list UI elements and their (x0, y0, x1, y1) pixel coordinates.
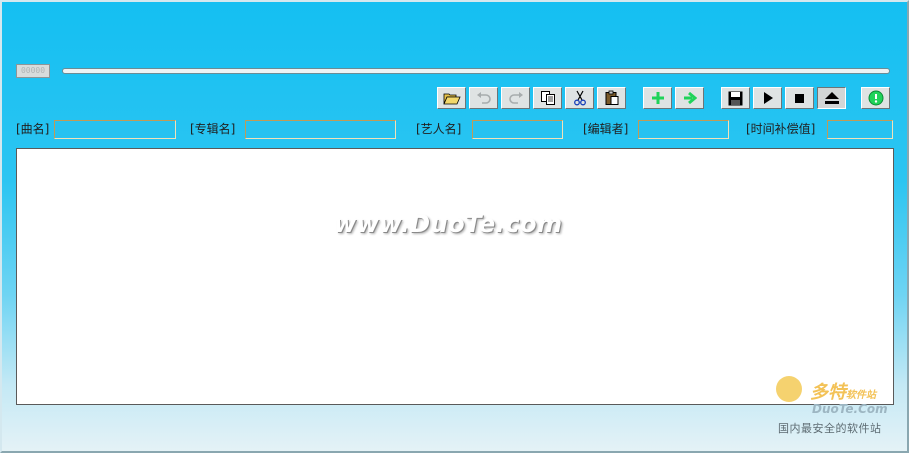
watermark-slogan: 国内最安全的软件站 (778, 422, 882, 435)
eject-icon (824, 92, 839, 104)
play-icon (763, 92, 773, 104)
album-field[interactable] (245, 120, 396, 139)
cut-button[interactable] (565, 87, 594, 109)
plus-icon (651, 92, 664, 104)
undo-button[interactable] (469, 87, 498, 109)
offset-field[interactable] (827, 120, 893, 139)
stop-icon (795, 93, 804, 103)
help-circle-icon (868, 90, 883, 106)
eject-button[interactable] (817, 87, 846, 109)
undo-icon (476, 92, 491, 104)
editor-label: [编辑者] (583, 122, 629, 136)
folder-open-icon (442, 93, 461, 105)
play-button[interactable] (753, 87, 782, 109)
redo-icon (508, 92, 523, 104)
paste-icon (605, 90, 618, 105)
time-display: 00000 (16, 64, 50, 78)
save-button[interactable] (721, 87, 750, 109)
title-field[interactable] (54, 120, 176, 139)
artist-label: [艺人名] (416, 122, 462, 136)
help-button[interactable] (861, 87, 890, 109)
editor-field[interactable] (638, 120, 729, 139)
seek-bar[interactable] (62, 68, 890, 74)
paste-button[interactable] (597, 87, 626, 109)
arrow-right-icon (683, 91, 697, 105)
stop-button[interactable] (785, 87, 814, 109)
next-tag-button[interactable] (675, 87, 704, 109)
add-tag-button[interactable] (643, 87, 672, 109)
album-label: [专辑名] (190, 122, 236, 136)
floppy-disk-icon (728, 91, 743, 105)
copy-button[interactable] (533, 87, 562, 109)
open-button[interactable] (437, 87, 466, 109)
title-label: [曲名] (16, 122, 50, 136)
artist-field[interactable] (472, 120, 563, 139)
lyrics-editor[interactable] (16, 148, 894, 405)
redo-button[interactable] (501, 87, 530, 109)
copy-icon (540, 91, 555, 105)
scissors-icon (573, 90, 586, 106)
offset-label: [时间补偿值] (746, 122, 816, 136)
